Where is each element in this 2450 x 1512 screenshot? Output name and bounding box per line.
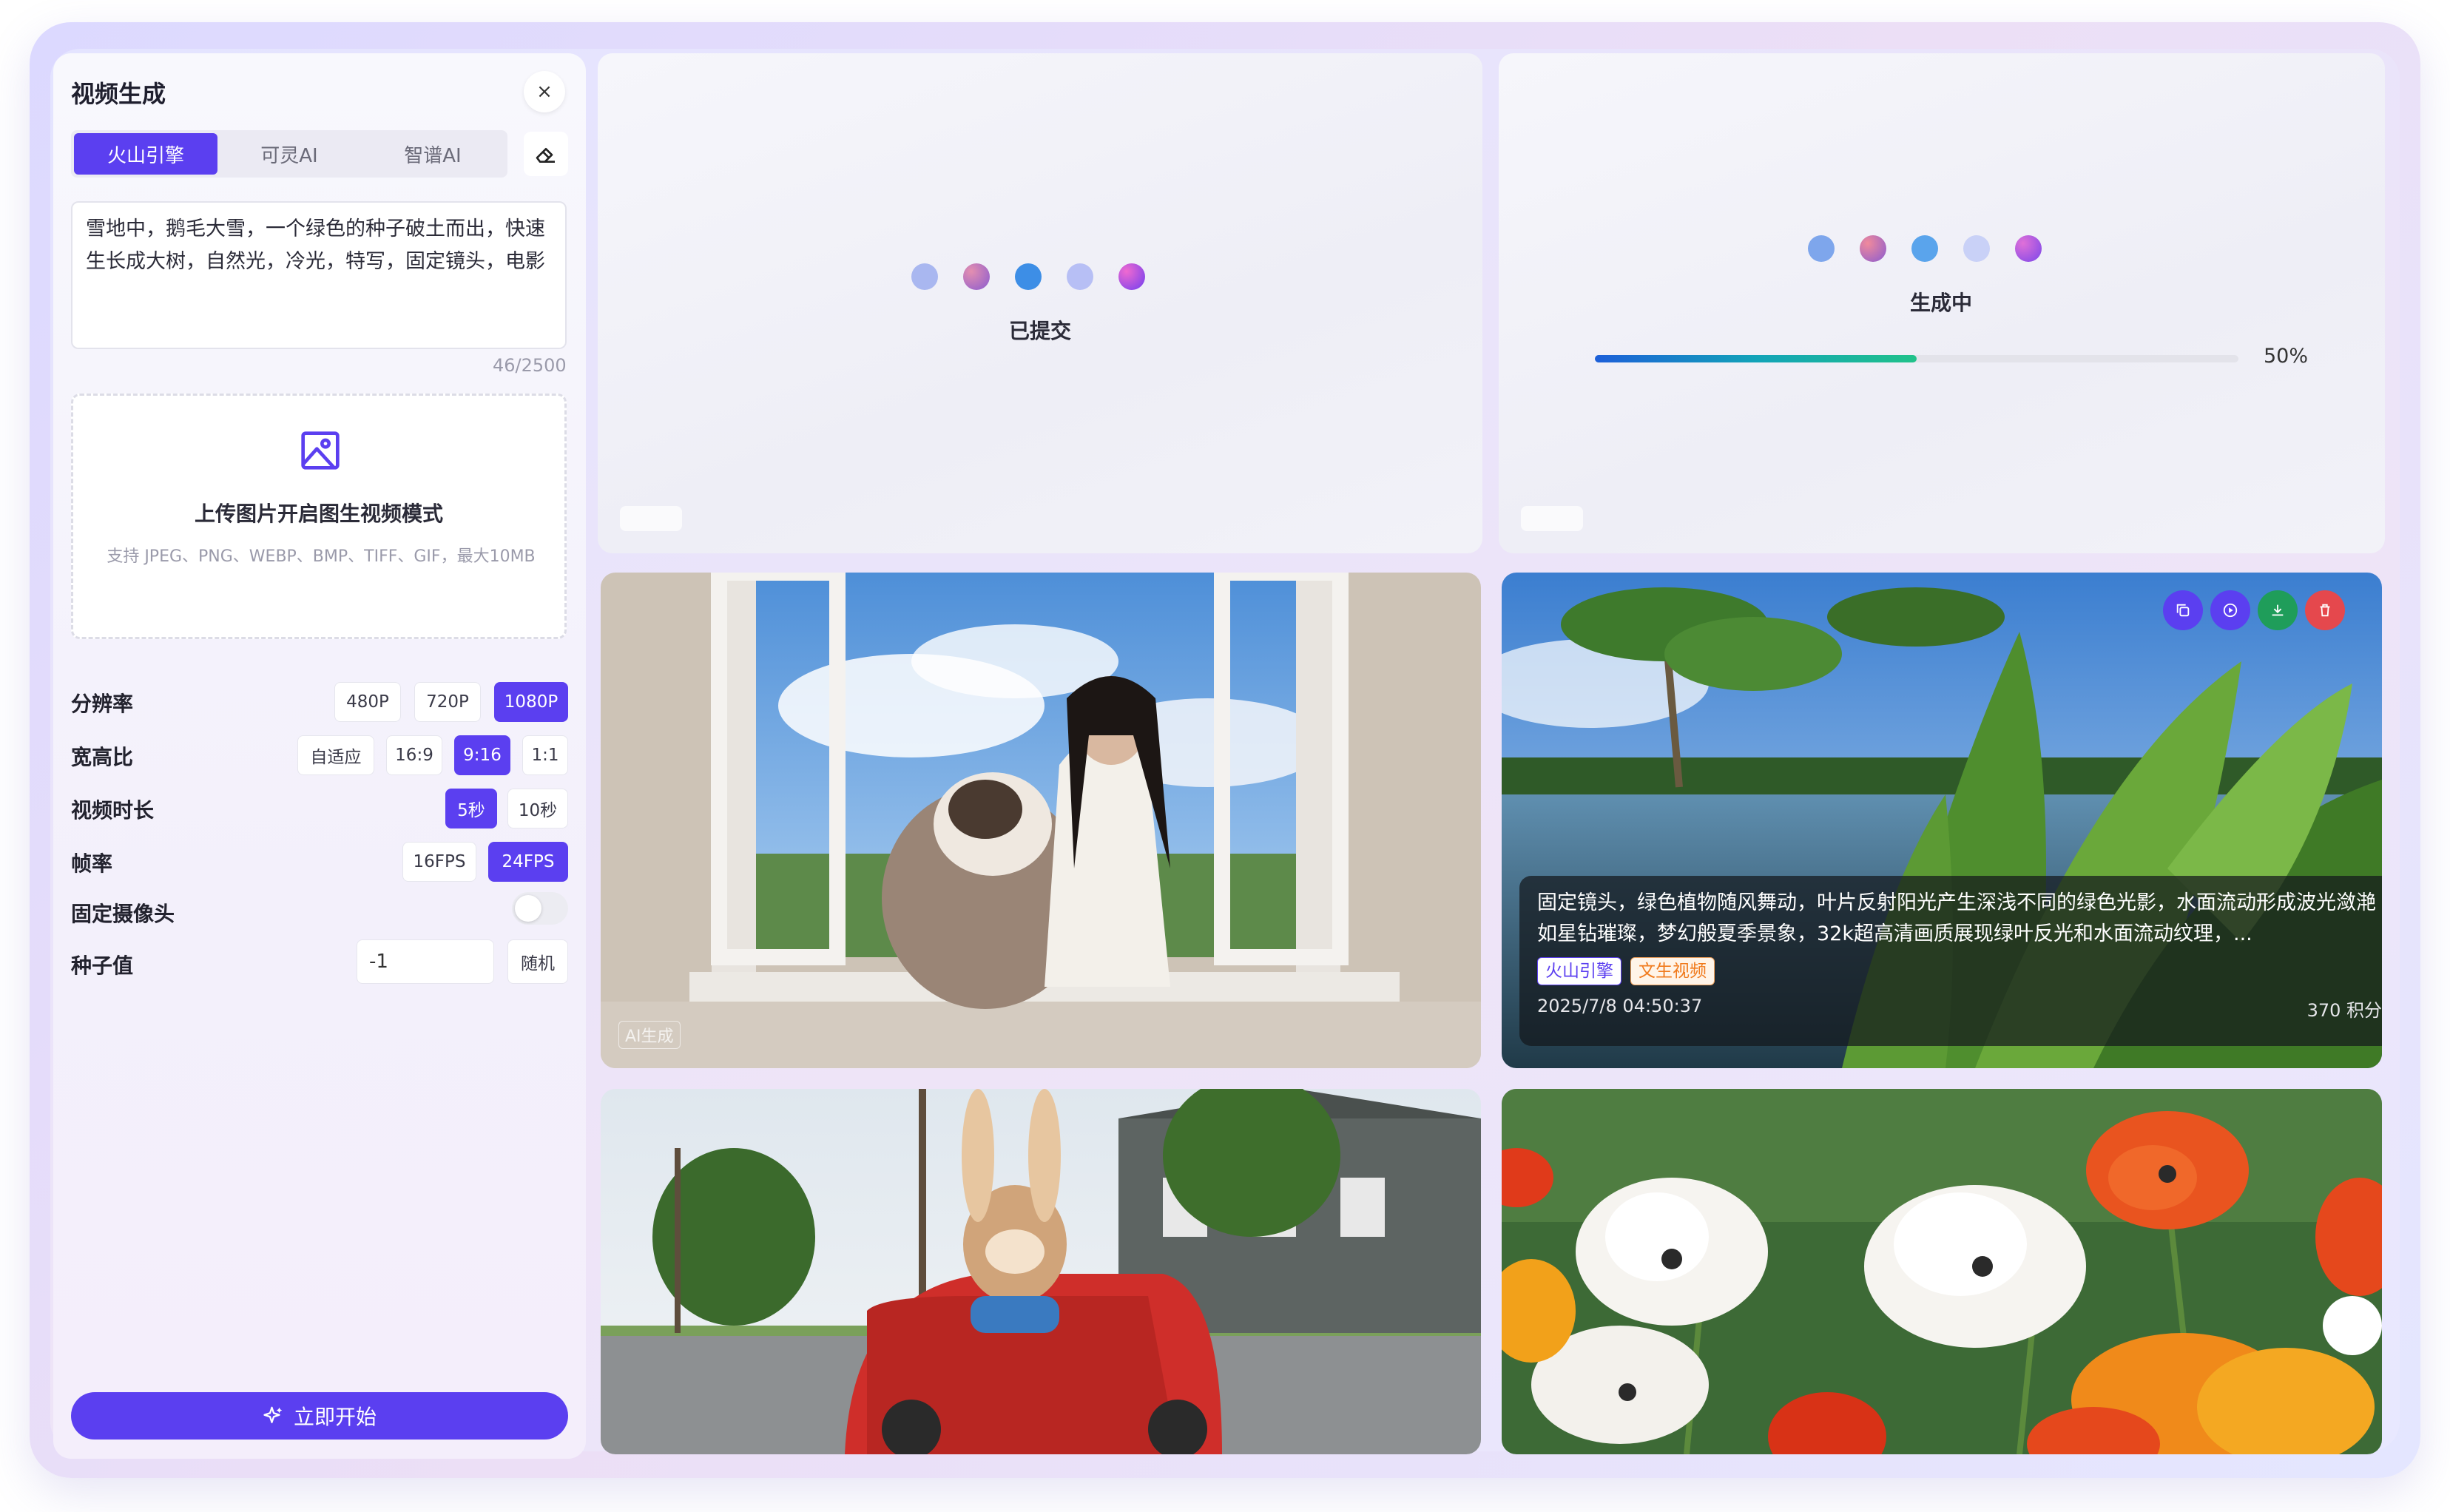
- video-card-palms[interactable]: 固定镜头，绿色植物随风舞动，叶片反射阳光产生深浅不同的绿色光影，水面流动形成波光…: [1502, 573, 2382, 1068]
- random-seed-button[interactable]: 随机: [507, 939, 568, 984]
- aspect-1-1[interactable]: 1:1: [522, 735, 568, 775]
- card-generating[interactable]: 生成中 50%: [1499, 53, 2385, 553]
- loading-dot: [1015, 263, 1042, 290]
- loading-dot: [1067, 263, 1093, 290]
- duration-5s[interactable]: 5秒: [445, 789, 497, 828]
- tag-row: 火山引擎 文生视频: [1537, 957, 2382, 985]
- loading-dot: [911, 263, 938, 290]
- loading-dots: [1808, 235, 2042, 262]
- video-thumbnail: [601, 573, 1481, 1068]
- tab-zhipu[interactable]: 智谱AI: [361, 133, 504, 175]
- sidebar-panel: 视频生成 × 火山引擎 可灵AI 智谱AI 雪地中，鹅毛大雪，一个绿色的种子破土…: [53, 53, 586, 1459]
- download-button[interactable]: [2258, 590, 2298, 630]
- fixed-camera-label: 固定摄像头: [71, 902, 175, 926]
- video-card-rabbit-car[interactable]: [601, 1089, 1481, 1454]
- video-detail-overlay: 固定镜头，绿色植物随风舞动，叶片反射阳光产生深浅不同的绿色光影，水面流动形成波光…: [1519, 876, 2382, 1046]
- video-prompt-text: 固定镜头，绿色植物随风舞动，叶片反射阳光产生深浅不同的绿色光影，水面流动形成波光…: [1537, 891, 2376, 945]
- aspect-16-9[interactable]: 16:9: [386, 735, 442, 775]
- card-submitted[interactable]: 已提交: [598, 53, 1482, 553]
- tab-kling[interactable]: 可灵AI: [217, 133, 361, 175]
- ai-generated-badge: AI生成: [618, 1021, 681, 1049]
- video-thumbnail: [601, 1089, 1481, 1454]
- aspect-ratio-label: 宽高比: [71, 745, 134, 769]
- progress-fill: [1595, 355, 1917, 362]
- resolution-480p[interactable]: 480P: [334, 682, 401, 722]
- char-counter: 46/2500: [493, 355, 567, 376]
- play-icon: [2223, 603, 2238, 618]
- fps-16[interactable]: 16FPS: [402, 842, 476, 882]
- created-time: 2025/7/8 04:50:37: [1537, 996, 1703, 1016]
- image-upload-zone[interactable]: 上传图片开启图生视频模式 支持 JPEG、PNG、WEBP、BMP、TIFF、G…: [71, 394, 567, 639]
- copy-icon: [2176, 604, 2190, 617]
- eraser-icon: [536, 148, 555, 163]
- provider-tabs: 火山引擎 可灵AI 智谱AI: [71, 130, 507, 178]
- seed-input[interactable]: -1: [357, 939, 494, 984]
- loading-dot: [1808, 235, 1835, 262]
- loading-dot: [1911, 235, 1938, 262]
- resolution-label: 分辨率: [71, 692, 134, 716]
- fps-24[interactable]: 24FPS: [488, 842, 568, 882]
- loading-dots: [911, 263, 1145, 290]
- panel-title: 视频生成: [71, 80, 166, 108]
- sparkle-icon: [263, 1406, 283, 1423]
- upload-description: 支持 JPEG、PNG、WEBP、BMP、TIFF、GIF，最大10MB: [107, 547, 536, 566]
- status-submitted: 已提交: [1009, 319, 1072, 343]
- resolution-1080p[interactable]: 1080P: [494, 682, 568, 722]
- points-cost: 370 积分: [2306, 1000, 2382, 1021]
- start-button-label: 立即开始: [293, 1405, 377, 1429]
- loading-dot: [963, 263, 990, 290]
- mode-tag: 文生视频: [1630, 957, 1715, 985]
- download-icon: [2272, 604, 2284, 616]
- copy-button[interactable]: [2163, 590, 2203, 630]
- aspect-9-16[interactable]: 9:16: [454, 735, 510, 775]
- video-meta: 2025/7/8 04:50:37 370 积分: [1537, 996, 2382, 1022]
- prompt-textarea[interactable]: 雪地中，鹅毛大雪，一个绿色的种子破土而出，快速生长成大树，自然光，冷光，特写，固…: [71, 201, 567, 349]
- loading-dot: [1963, 235, 1990, 262]
- play-button[interactable]: [2210, 590, 2250, 630]
- progress-bar: [1595, 355, 2238, 362]
- duration-10s[interactable]: 10秒: [507, 789, 568, 828]
- trash-icon: [2320, 604, 2330, 617]
- fps-label: 帧率: [71, 851, 113, 876]
- aspect-auto[interactable]: 自适应: [297, 735, 374, 775]
- video-card-girl-cat[interactable]: AI生成: [601, 573, 1481, 1068]
- close-button[interactable]: ×: [524, 71, 565, 112]
- seed-label: 种子值: [71, 954, 134, 978]
- card-actions: [2163, 590, 2345, 630]
- video-card-poppies[interactable]: [1502, 1089, 2382, 1454]
- status-generating: 生成中: [1910, 291, 1973, 315]
- card-chip: [1521, 506, 1583, 531]
- video-thumbnail: [1502, 1089, 2382, 1454]
- card-chip: [620, 506, 682, 531]
- delete-button[interactable]: [2305, 590, 2345, 630]
- provider-tag: 火山引擎: [1537, 957, 1621, 985]
- duration-label: 视频时长: [71, 798, 155, 823]
- resolution-720p[interactable]: 720P: [414, 682, 481, 722]
- loading-dot: [1860, 235, 1886, 262]
- loading-dot: [2015, 235, 2042, 262]
- fixed-camera-toggle[interactable]: [512, 892, 568, 925]
- start-button[interactable]: 立即开始: [71, 1392, 568, 1440]
- tab-volcano[interactable]: 火山引擎: [74, 133, 217, 175]
- clear-button[interactable]: [524, 132, 568, 176]
- upload-title: 上传图片开启图生视频模式: [194, 502, 443, 526]
- toggle-knob: [515, 895, 541, 922]
- image-upload-icon: [301, 431, 340, 470]
- loading-dot: [1118, 263, 1145, 290]
- progress-percent: 50%: [2264, 345, 2309, 368]
